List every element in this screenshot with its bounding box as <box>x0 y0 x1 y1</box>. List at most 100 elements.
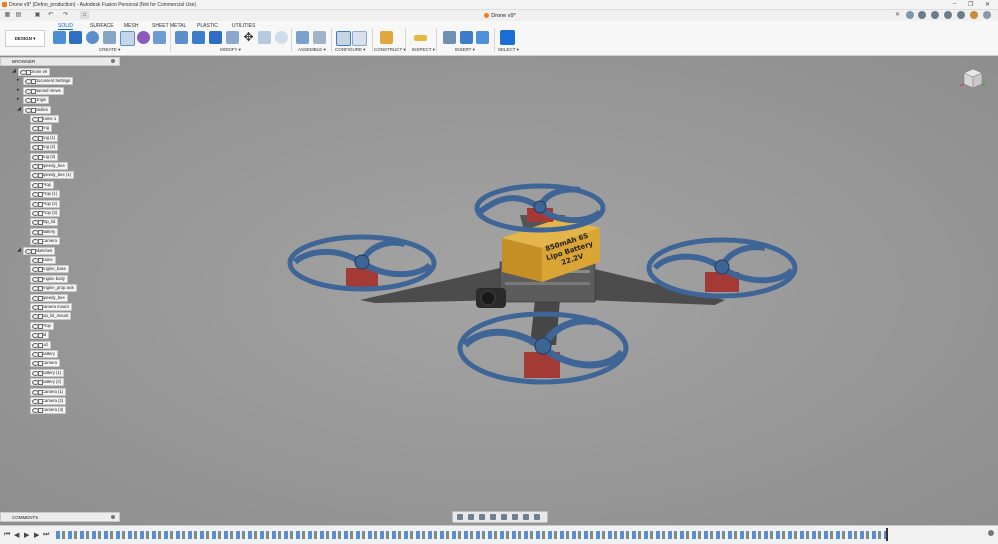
body-item[interactable]: Prop (2) <box>30 199 61 208</box>
insert-menu[interactable]: INSERT ▾ <box>455 47 475 53</box>
joint-icon[interactable] <box>313 31 326 44</box>
timeline-next-icon[interactable]: ▶ <box>34 531 39 539</box>
tab-solid[interactable]: SOLID <box>58 23 74 30</box>
timeline-prev-icon[interactable]: ◀ <box>14 531 19 539</box>
new-component-icon[interactable] <box>53 31 66 44</box>
sketch-item[interactable]: Camera (2) <box>30 397 67 405</box>
expand-toggle-icon[interactable]: ▸ <box>17 87 20 93</box>
timeline-marker[interactable] <box>886 528 888 541</box>
extensions-icon[interactable] <box>918 11 926 19</box>
browser-options-icon[interactable] <box>111 59 115 63</box>
measure-icon[interactable] <box>414 35 427 41</box>
press-pull-icon[interactable] <box>175 31 188 44</box>
sketch-item[interactable]: battery <box>30 350 58 358</box>
configure-table-icon[interactable] <box>352 31 367 46</box>
expand-toggle-icon[interactable]: ▸ <box>17 96 20 102</box>
align-icon[interactable] <box>275 31 288 44</box>
sketch-item[interactable]: Camera (3) <box>30 406 67 415</box>
user-avatar[interactable] <box>970 11 978 19</box>
sketch-item[interactable]: Prop <box>30 321 54 330</box>
body-item[interactable]: Top_lid <box>30 218 59 227</box>
expand-toggle-icon[interactable]: ◢ <box>17 247 21 253</box>
combine-icon[interactable] <box>226 31 239 44</box>
body-item[interactable]: Prop <box>30 180 54 189</box>
app-grid-icon[interactable]: ▦ <box>3 11 12 19</box>
close-tab-icon[interactable]: ✕ <box>895 11 900 18</box>
body-item[interactable]: eng <box>30 124 52 133</box>
maximize-icon[interactable]: ❐ <box>968 1 973 8</box>
select-icon[interactable] <box>500 30 515 45</box>
pan-icon[interactable] <box>479 514 485 520</box>
document-tab[interactable]: Drone v9* <box>440 11 560 21</box>
orbit-icon[interactable] <box>457 514 463 520</box>
extrude-icon[interactable] <box>69 31 82 44</box>
sketch-item[interactable]: top_lid_mount <box>30 312 72 321</box>
assemble-menu[interactable]: ASSEMBLE ▾ <box>298 47 326 53</box>
view-cube[interactable] <box>960 65 986 91</box>
workspace-switcher[interactable]: DESIGN ▾ <box>5 30 45 47</box>
body-item[interactable]: frame 1 <box>30 115 60 123</box>
sketch-item[interactable]: lid <box>30 331 50 340</box>
split-body-icon[interactable] <box>258 31 271 44</box>
move-icon[interactable]: ✥ <box>242 31 255 44</box>
help-icon[interactable] <box>957 11 965 19</box>
pattern-icon[interactable] <box>120 31 135 46</box>
sketch-item[interactable]: battery (2) <box>30 378 65 387</box>
browser-folder-named-views[interactable]: Named Views <box>23 86 64 95</box>
sketch-item[interactable]: Camera (1) <box>30 387 67 396</box>
revolve-icon[interactable] <box>86 31 99 44</box>
timeline-start-icon[interactable]: ⏮ <box>4 531 10 539</box>
body-item[interactable]: speedy_bee (1) <box>30 171 75 180</box>
form-icon[interactable] <box>137 31 150 44</box>
3d-viewport[interactable]: 850mAh 6S Lipo Battery 22.2V <box>0 56 998 525</box>
sketch-item[interactable]: speedy_bee <box>30 293 68 302</box>
tab-surface[interactable]: SURFACE <box>90 23 114 29</box>
minimize-icon[interactable]: – <box>953 1 956 7</box>
body-item[interactable]: eng (2) <box>30 143 59 152</box>
sketch-item[interactable]: engine_prop axis <box>30 284 77 293</box>
fit-icon[interactable] <box>501 514 507 520</box>
account-icon[interactable] <box>983 11 991 19</box>
insert-mesh-icon[interactable] <box>460 31 473 44</box>
expand-toggle-icon[interactable]: ◢ <box>17 106 21 112</box>
body-item[interactable]: eng (3) <box>30 152 59 161</box>
look-at-icon[interactable] <box>468 514 474 520</box>
timeline-end-icon[interactable]: ⏭ <box>43 531 49 539</box>
job-status-icon[interactable] <box>931 11 939 19</box>
tab-mesh[interactable]: MESH <box>124 23 138 29</box>
display-settings-icon[interactable] <box>512 514 518 520</box>
modify-menu[interactable]: MODIFY ▾ <box>220 47 241 53</box>
create-menu[interactable]: CREATE ▾ <box>99 47 120 53</box>
close-icon[interactable]: ✕ <box>985 1 990 8</box>
browser-folder-document-settings[interactable]: Document Settings <box>23 77 74 86</box>
sketch-item[interactable]: frame <box>30 256 56 264</box>
construct-menu[interactable]: CONSTRUCT ▾ <box>374 47 406 53</box>
browser-folder-sketches[interactable]: Sketches <box>23 246 56 255</box>
sketch-item[interactable]: Lid <box>30 340 51 349</box>
insert-derive-icon[interactable] <box>443 31 456 44</box>
undo-icon[interactable]: ↶ <box>46 11 55 19</box>
browser-folder-origin[interactable]: Origin <box>23 96 50 105</box>
new-component-assemble-icon[interactable] <box>296 31 309 44</box>
body-item[interactable]: Battery <box>30 227 59 236</box>
configure-menu[interactable]: CONFIGURE ▾ <box>335 47 366 53</box>
body-item[interactable]: speedy_bee <box>30 162 68 170</box>
hole-icon[interactable] <box>103 31 116 44</box>
browser-folder-bodies[interactable]: Bodies <box>23 105 51 114</box>
shell-icon[interactable] <box>209 31 222 44</box>
sketch-item[interactable]: camera mount <box>30 303 72 311</box>
comments-add-icon[interactable] <box>111 515 115 519</box>
new-tab-icon[interactable] <box>906 11 914 19</box>
configure-icon[interactable] <box>336 31 351 46</box>
save-icon[interactable]: ▣ <box>33 11 42 19</box>
tab-utilities[interactable]: UTILITIES <box>232 23 255 29</box>
zoom-icon[interactable] <box>490 514 496 520</box>
timeline-features[interactable] <box>56 531 888 539</box>
sketch-item[interactable]: engine_base <box>30 265 69 274</box>
mirror-icon[interactable] <box>153 31 166 44</box>
sketch-item[interactable]: Camera <box>30 359 60 368</box>
fillet-icon[interactable] <box>192 31 205 44</box>
expand-toggle-icon[interactable]: ◢ <box>12 68 16 74</box>
viewports-icon[interactable] <box>534 514 540 520</box>
offset-plane-icon[interactable] <box>380 31 393 44</box>
